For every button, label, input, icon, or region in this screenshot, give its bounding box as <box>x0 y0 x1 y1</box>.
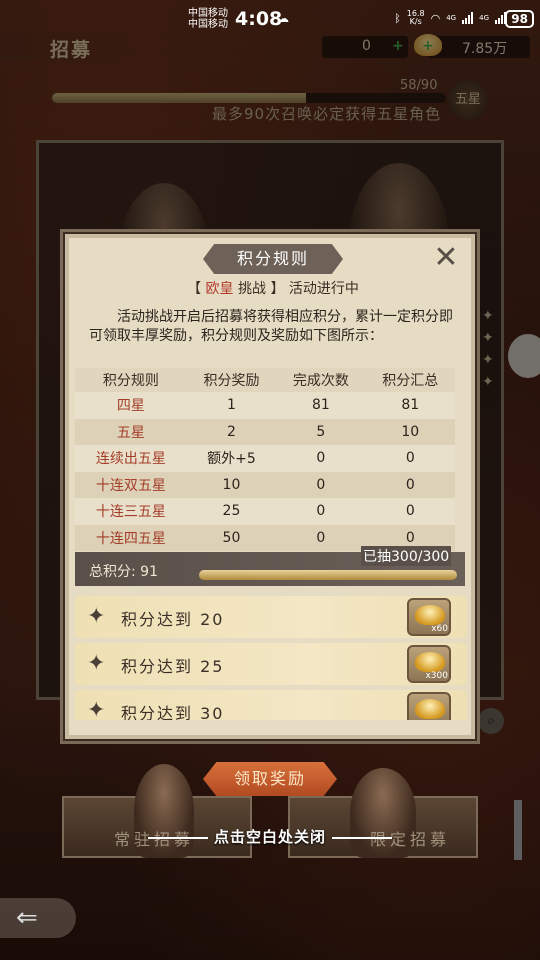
signal-icon <box>462 12 474 24</box>
claim-reward-button[interactable]: 领取奖励 <box>203 762 337 796</box>
column-header: 积分汇总 <box>365 368 455 392</box>
table-cell: 十连三五星 <box>75 498 187 525</box>
table-cell: 1 <box>186 392 277 419</box>
table-cell: 0 <box>276 498 366 525</box>
table-cell: 0 <box>276 524 366 551</box>
reward-item[interactable] <box>407 692 451 720</box>
sparkle-icon: ✦ <box>87 698 106 720</box>
carrier-text: 中国移动 中国移动 <box>188 8 228 30</box>
bracket-close: 】 <box>270 281 285 297</box>
table-row: 五星 2 5 10 <box>75 418 455 445</box>
net-type-1: 4G <box>446 14 457 22</box>
sparkle-icon: ✦ <box>87 651 106 676</box>
table-cell: 五星 <box>75 418 187 445</box>
table-cell: 50 <box>186 524 277 551</box>
table-cell: 10 <box>365 418 455 445</box>
net-speed-unit: K/s <box>409 17 422 26</box>
table-cell: 25 <box>186 498 277 525</box>
close-icon[interactable]: ✕ <box>431 243 461 274</box>
draw-progress-bar <box>199 570 457 580</box>
back-arrow-icon[interactable]: ⇐ <box>0 898 76 938</box>
table-cell: 5 <box>276 418 366 445</box>
table-cell: 四星 <box>75 392 187 419</box>
status-bar: 中国移动 中国移动 4:08 ☁ ᛒ 16.8 K/s ◠ 4G 4G 98 <box>0 0 540 36</box>
score-rules-table: 积分规则 积分奖励 完成次数 积分汇总 四星 1 81 81 五星 2 5 10… <box>75 368 455 551</box>
table-row: 十连双五星 10 0 0 <box>75 471 455 498</box>
table-cell: 0 <box>365 445 455 472</box>
table-cell: 81 <box>276 392 366 419</box>
table-cell: 0 <box>365 498 455 525</box>
battery-icon: 98 <box>505 10 534 28</box>
table-cell: 十连双五星 <box>75 471 187 498</box>
scroll-indicator <box>514 800 522 860</box>
bluetooth-icon: ᛒ <box>394 11 401 25</box>
carrier-2: 中国移动 <box>188 19 228 30</box>
reward-condition: 积分达到 30 <box>121 700 224 720</box>
event-subtitle: 【 欧皇 挑战 】 活动进行中 <box>63 278 483 298</box>
reward-row[interactable]: ✦ 积分达到 20 x60 <box>75 596 467 638</box>
bracket-open: 【 <box>187 281 202 297</box>
weather-icon: ☁ <box>278 12 289 25</box>
modal-title-plate: 积分规则 <box>203 244 343 274</box>
carrier-1: 中国移动 <box>188 8 228 19</box>
score-rules-modal: 积分规则 ✕ 【 欧皇 挑战 】 活动进行中 活动挑战开启后招募将获得相应积分，… <box>60 229 480 744</box>
wifi-icon: ◠ <box>430 11 441 25</box>
table-row: 连续出五星 额外+5 0 0 <box>75 445 455 472</box>
close-hint-text: 点击空白处关闭 <box>213 828 326 846</box>
table-cell: 0 <box>276 471 366 498</box>
net-type-2: 4G <box>479 14 489 22</box>
table-cell: 十连四五星 <box>75 524 187 551</box>
table-cell: 81 <box>365 392 455 419</box>
event-type: 挑战 <box>238 281 266 297</box>
divider <box>147 836 208 839</box>
gold-ingot-icon <box>415 605 445 625</box>
table-cell: 2 <box>186 418 277 445</box>
reward-condition: 积分达到 25 <box>121 653 224 677</box>
table-header-row: 积分规则 积分奖励 完成次数 积分汇总 <box>75 368 455 392</box>
table-cell: 0 <box>276 445 366 472</box>
modal-title: 积分规则 <box>236 249 309 268</box>
reward-qty: x300 <box>425 671 448 681</box>
sparkle-icon: ✦ <box>87 604 106 629</box>
net-speed: 16.8 K/s <box>407 10 425 26</box>
reward-label: 积分达到 <box>121 704 194 720</box>
gold-ingot-icon <box>415 652 445 672</box>
column-header: 完成次数 <box>276 368 366 392</box>
gold-ingot-icon <box>415 699 445 719</box>
reward-condition: 积分达到 20 <box>121 606 224 630</box>
tap-to-close-hint[interactable]: 点击空白处关闭 <box>0 826 540 847</box>
rules-description: 活动挑战开启后招募将获得相应积分，累计一定积分即可领取丰厚奖励，积分规则及奖励如… <box>89 309 453 344</box>
table-cell: 连续出五星 <box>75 445 187 472</box>
reward-label: 积分达到 <box>121 657 194 676</box>
reward-threshold: 20 <box>200 610 225 629</box>
reward-item[interactable]: x60 <box>407 598 451 636</box>
reward-threshold: 30 <box>200 704 225 720</box>
draw-progress-fill <box>199 570 457 580</box>
total-score-label: 总积分: 91 <box>89 564 158 580</box>
event-status: 活动进行中 <box>288 281 359 297</box>
table-row: 十连三五星 25 0 0 <box>75 498 455 525</box>
event-name: 欧皇 <box>205 281 234 297</box>
table-cell: 10 <box>186 471 277 498</box>
reward-label: 积分达到 <box>121 610 194 629</box>
reward-item[interactable]: x300 <box>407 645 451 683</box>
table-cell: 0 <box>365 471 455 498</box>
column-header: 积分奖励 <box>186 368 277 392</box>
reward-row[interactable]: ✦ 积分达到 30 <box>75 690 467 720</box>
reward-threshold: 25 <box>200 657 225 676</box>
reward-row[interactable]: ✦ 积分达到 25 x300 <box>75 643 467 685</box>
draw-count-label: 已抽300/300 <box>361 546 452 566</box>
clock: 4:08 <box>235 8 283 30</box>
total-score-bar: 总积分: 91 已抽300/300 <box>75 546 465 586</box>
table-row: 四星 1 81 81 <box>75 392 455 419</box>
reward-list[interactable]: ✦ 积分达到 20 x60 ✦ 积分达到 25 x300 ✦ 积分达到 30 <box>75 596 467 720</box>
table-cell: 额外+5 <box>186 445 277 472</box>
reward-qty: x60 <box>431 624 448 634</box>
column-header: 积分规则 <box>75 368 187 392</box>
divider <box>332 836 392 839</box>
status-icons: ᛒ 16.8 K/s ◠ 4G 4G <box>394 10 506 26</box>
